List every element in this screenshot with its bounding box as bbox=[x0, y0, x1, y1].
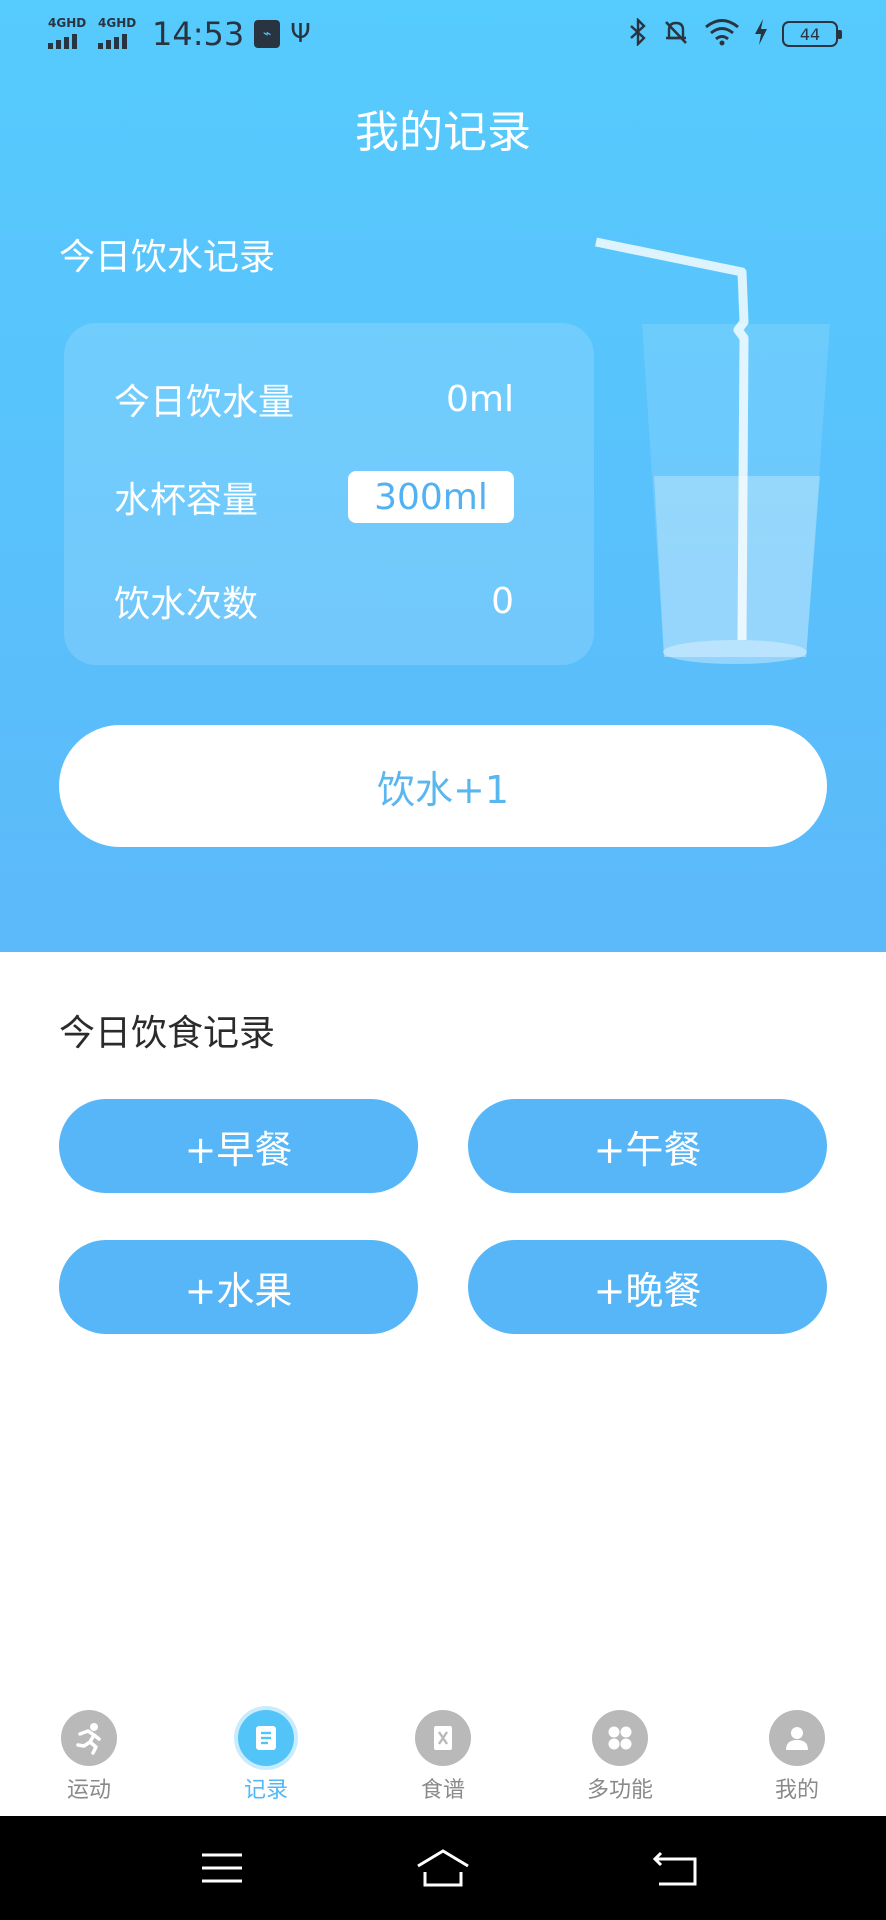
battery-level: 44 bbox=[799, 24, 821, 44]
tab-recipe-label: 食谱 bbox=[420, 1778, 465, 1803]
cup-capacity-row: 水杯容量 bbox=[114, 469, 514, 525]
glass-bottom bbox=[663, 640, 807, 664]
page-title: 我的记录 bbox=[355, 107, 531, 158]
tab-sport[interactable]: 运动 bbox=[29, 1710, 149, 1810]
water-summary-card: 今日饮水量 0ml 水杯容量 饮水次数 0 bbox=[64, 323, 594, 665]
person-icon bbox=[769, 1710, 825, 1766]
tab-mine[interactable]: 我的 bbox=[737, 1710, 857, 1810]
water-glass-illustration bbox=[595, 237, 830, 664]
water-intake-value: 0ml bbox=[446, 378, 514, 420]
tab-sport-label: 运动 bbox=[66, 1778, 111, 1803]
add-lunch-button[interactable]: +午餐 bbox=[468, 1099, 827, 1193]
bluetooth-icon bbox=[628, 16, 648, 51]
charging-icon bbox=[754, 18, 768, 51]
tab-recipe[interactable]: 食谱 bbox=[383, 1710, 503, 1810]
back-icon[interactable] bbox=[645, 1842, 705, 1894]
cup-capacity-label: 水杯容量 bbox=[114, 480, 259, 521]
usb-icon: Ψ bbox=[290, 19, 311, 49]
usb-debug-icon: ⌁ bbox=[254, 20, 281, 48]
system-nav-bar bbox=[0, 1816, 886, 1920]
tab-record[interactable]: 记录 bbox=[206, 1710, 326, 1810]
add-dinner-button[interactable]: +晚餐 bbox=[468, 1240, 827, 1334]
food-record-heading: 今日饮食记录 bbox=[59, 1013, 276, 1054]
status-bar: 4GHD 4GHD 14:53 ⌁ Ψ 44 bbox=[0, 0, 886, 72]
add-fruit-button[interactable]: +水果 bbox=[59, 1240, 418, 1334]
signal-icon-2: 4GHD bbox=[98, 17, 138, 51]
tab-multifunction[interactable]: 多功能 bbox=[560, 1710, 680, 1810]
water-intake-label: 今日饮水量 bbox=[114, 382, 295, 423]
signal-icon: 4GHD bbox=[48, 17, 88, 51]
running-icon bbox=[61, 1710, 117, 1766]
network-type-label: 4GHD bbox=[48, 16, 87, 30]
drink-plus-one-button[interactable]: 饮水+1 bbox=[59, 725, 827, 847]
mute-bell-icon bbox=[662, 18, 690, 51]
drink-count-row: 饮水次数 0 bbox=[114, 573, 514, 629]
wifi-icon bbox=[704, 18, 740, 51]
record-book-icon bbox=[238, 1710, 294, 1766]
clock: 14:53 bbox=[152, 15, 245, 53]
tab-multifunction-label: 多功能 bbox=[586, 1778, 653, 1803]
cup-capacity-input[interactable] bbox=[348, 471, 514, 523]
network-type-label-2: 4GHD bbox=[98, 16, 137, 30]
drink-count-label: 饮水次数 bbox=[114, 584, 259, 625]
glass-water bbox=[654, 476, 820, 657]
drink-count-value: 0 bbox=[491, 580, 514, 622]
add-breakfast-button[interactable]: +早餐 bbox=[59, 1099, 418, 1193]
menu-icon[interactable] bbox=[192, 1842, 252, 1894]
recipe-icon bbox=[415, 1710, 471, 1766]
home-icon[interactable] bbox=[413, 1842, 473, 1894]
battery-icon: 44 bbox=[782, 21, 842, 47]
water-record-heading: 今日饮水记录 bbox=[59, 237, 276, 278]
tab-mine-label: 我的 bbox=[774, 1778, 819, 1803]
bottom-tab-bar: 运动 记录 食谱 多功能 我的 bbox=[0, 1700, 886, 1816]
tab-record-label: 记录 bbox=[243, 1778, 288, 1803]
water-intake-row: 今日饮水量 0ml bbox=[114, 371, 514, 427]
grid-icon bbox=[592, 1710, 648, 1766]
